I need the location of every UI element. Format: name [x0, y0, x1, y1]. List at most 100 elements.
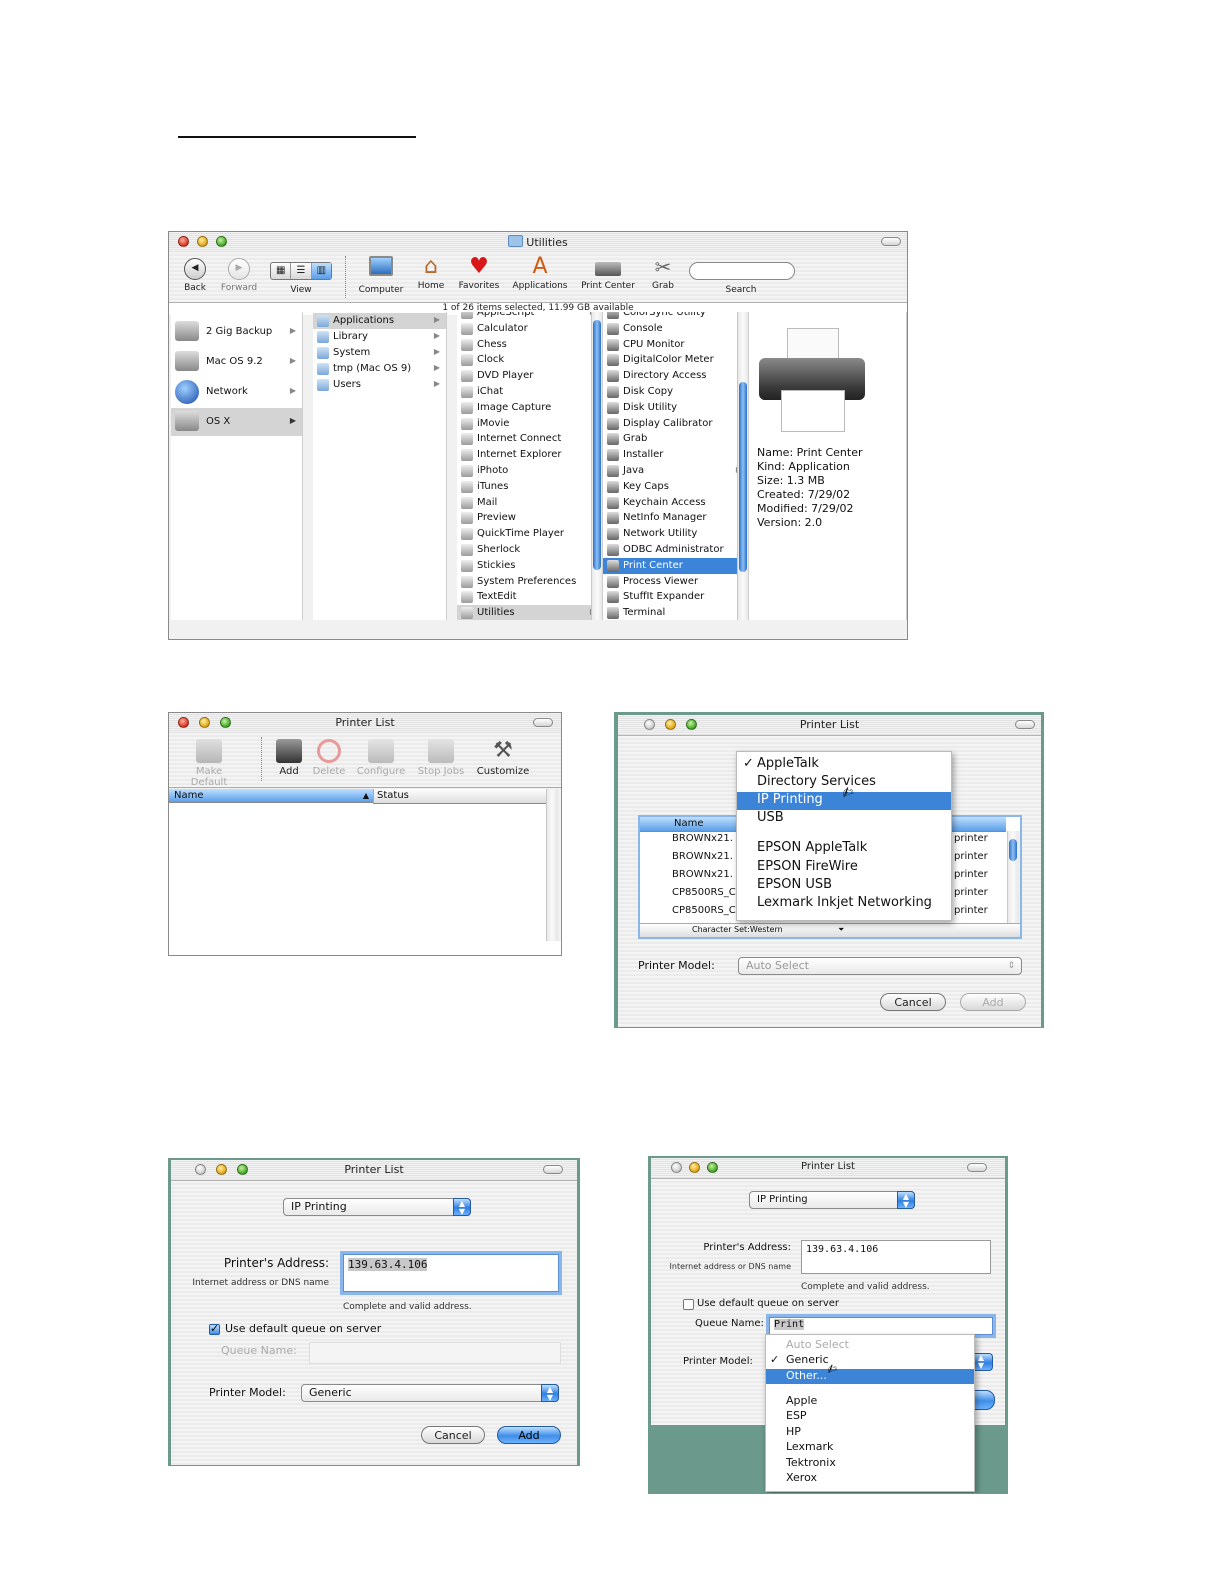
list-item[interactable]: Display Calibrator	[603, 416, 748, 432]
search-input[interactable]	[689, 262, 795, 280]
column-header-name[interactable]: Name ▲	[169, 789, 373, 803]
list-item[interactable]: System Preferences	[457, 574, 602, 590]
list-item[interactable]: Preview	[457, 510, 602, 526]
make-default-button[interactable]: Make Default	[179, 739, 239, 788]
list-item[interactable]: Chess	[457, 337, 602, 353]
list-item[interactable]: iChat	[457, 384, 602, 400]
printer-model-popup[interactable]: Auto Select ⇕	[738, 957, 1022, 975]
list-item[interactable]: Print Center	[603, 557, 748, 574]
list-scrollbar[interactable]	[1007, 831, 1020, 923]
toolbar-toggle-button[interactable]	[543, 1165, 563, 1174]
list-view-icon[interactable]: ☰	[291, 263, 312, 279]
back-button[interactable]: ◀ Back	[179, 258, 211, 293]
list-item[interactable]: QuickTime Player	[457, 526, 602, 542]
scroll-thumb[interactable]	[593, 320, 601, 570]
add-button[interactable]: Add	[960, 993, 1026, 1011]
applications-button[interactable]: A Applications	[509, 256, 571, 292]
menu-item-lexmark[interactable]: Lexmark	[766, 1440, 974, 1455]
menu-item-apple[interactable]: Apple	[766, 1394, 974, 1409]
connection-type-popup[interactable]: IP Printing ▲ ▼	[283, 1198, 471, 1216]
menu-item-auto-select[interactable]: Auto Select	[766, 1338, 974, 1353]
list-item[interactable]: Console	[603, 321, 748, 337]
list-item[interactable]: ODBC Administrator	[603, 542, 748, 558]
forward-button[interactable]: ▶ Forward	[217, 258, 261, 293]
menu-item-epson-firewire[interactable]: EPSON FireWire	[737, 859, 951, 877]
list-item[interactable]: CPU Monitor	[603, 337, 748, 353]
list-item[interactable]: iTunes	[457, 479, 602, 495]
list-item[interactable]: Mail	[457, 495, 602, 511]
toolbar-toggle-button[interactable]	[881, 237, 901, 246]
grab-button[interactable]: ✂ Grab	[645, 256, 681, 291]
list-item[interactable]: Applications ▶	[313, 313, 446, 329]
volume-row-selected[interactable]: OS X ▶	[171, 408, 302, 436]
scroll-thumb[interactable]	[739, 382, 747, 572]
menu-item-appletalk[interactable]: ✓ AppleTalk	[737, 756, 951, 774]
list-item[interactable]: NetInfo Manager	[603, 510, 748, 526]
column-view-icon[interactable]: ▥	[311, 263, 331, 279]
printer-list-titlebar[interactable]: Printer List	[651, 1158, 1005, 1179]
computer-button[interactable]: Computer	[355, 256, 407, 295]
character-set-popup[interactable]: Character Set:Western ⏷	[640, 923, 1020, 937]
printer-row-name[interactable]: CP8500RS_C	[672, 905, 736, 916]
menu-item-generic[interactable]: ✓ Generic	[766, 1353, 974, 1368]
list-item[interactable]: ColorSync Utility	[603, 312, 748, 321]
menu-item-epson-usb[interactable]: EPSON USB	[737, 877, 951, 895]
list-item[interactable]: iPhoto	[457, 463, 602, 479]
list-item[interactable]: iMovie	[457, 416, 602, 432]
list-item[interactable]: Java▶	[603, 463, 748, 479]
volume-row[interactable]: Mac OS 9.2 ▶	[171, 348, 302, 376]
column-header-status[interactable]: Status	[373, 789, 547, 804]
cancel-button[interactable]: Cancel	[421, 1426, 485, 1444]
list-item[interactable]: tmp (Mac OS 9) ▶	[313, 361, 446, 377]
list-item[interactable]: Image Capture	[457, 400, 602, 416]
connection-type-popup[interactable]: IP Printing ▲ ▼	[749, 1191, 915, 1209]
cancel-button[interactable]: Cancel	[880, 993, 946, 1011]
stop-jobs-button[interactable]: Stop Jobs	[413, 739, 469, 777]
list-item[interactable]: Sherlock	[457, 542, 602, 558]
add-printer-button[interactable]: Add	[273, 739, 305, 777]
use-default-queue-checkbox[interactable]: ✓	[209, 1322, 220, 1335]
list-item[interactable]: Users ▶	[313, 377, 446, 393]
printer-list-titlebar[interactable]: Printer List	[169, 713, 561, 734]
list-item[interactable]: Grab	[603, 431, 748, 447]
list-item[interactable]: Library ▶	[313, 329, 446, 345]
menu-item-lexmark-inkjet-networking[interactable]: Lexmark Inkjet Networking	[737, 895, 951, 913]
icon-view-icon[interactable]: ▦	[271, 263, 292, 279]
view-button[interactable]: ▦ ☰ ▥ View	[269, 258, 333, 295]
menu-item-tektronix[interactable]: Tektronix	[766, 1456, 974, 1471]
list-item[interactable]: TextEdit	[457, 589, 602, 605]
applications-scrollbar[interactable]	[591, 312, 602, 620]
list-item[interactable]: Calculator	[457, 321, 602, 337]
table-scrollbar[interactable]	[546, 789, 561, 941]
printer-row-name[interactable]: BROWNx21.	[672, 869, 733, 880]
list-item[interactable]: Disk Copy	[603, 384, 748, 400]
list-item[interactable]: Key Caps	[603, 479, 748, 495]
list-item[interactable]: Installer	[603, 447, 748, 463]
menu-item-xerox[interactable]: Xerox	[766, 1471, 974, 1486]
list-item[interactable]: Keychain Access	[603, 495, 748, 511]
list-item[interactable]: StuffIt Expander	[603, 589, 748, 605]
list-item[interactable]: DigitalColor Meter	[603, 352, 748, 368]
list-item[interactable]: Clock	[457, 352, 602, 368]
toolbar-toggle-button[interactable]	[533, 718, 553, 727]
configure-button[interactable]: Configure	[353, 739, 409, 777]
list-item[interactable]: Network Utility	[603, 526, 748, 542]
view-mode-icons[interactable]: ▦ ☰ ▥	[270, 262, 332, 280]
printer-model-popup[interactable]: Generic ▲ ▼	[301, 1384, 559, 1402]
list-item[interactable]: Disk Utility	[603, 400, 748, 416]
printer-row-name[interactable]: BROWNx21.	[672, 833, 733, 844]
connection-type-menu[interactable]: ✓ AppleTalk Directory Services IP Printin…	[736, 751, 952, 921]
utilities-scrollbar[interactable]	[737, 312, 748, 620]
printer-row-name[interactable]: BROWNx21.	[672, 851, 733, 862]
scroll-thumb[interactable]	[1009, 839, 1017, 861]
toolbar-toggle-button[interactable]	[967, 1163, 987, 1172]
customize-button[interactable]: ⚒ Customize	[473, 739, 533, 778]
printer-address-field[interactable]: 139.63.4.106	[801, 1240, 991, 1274]
favorites-button[interactable]: ♥ Favorites	[455, 256, 503, 292]
list-item[interactable]: AppleScript▶	[457, 312, 602, 321]
finder-titlebar[interactable]: Utilities	[169, 232, 907, 253]
volume-row[interactable]: Network ▶	[171, 378, 302, 406]
menu-item-esp[interactable]: ESP	[766, 1409, 974, 1424]
printer-address-field[interactable]: 139.63.4.106	[343, 1254, 559, 1292]
printer-row-name[interactable]: CP8500RS_C	[672, 887, 736, 898]
